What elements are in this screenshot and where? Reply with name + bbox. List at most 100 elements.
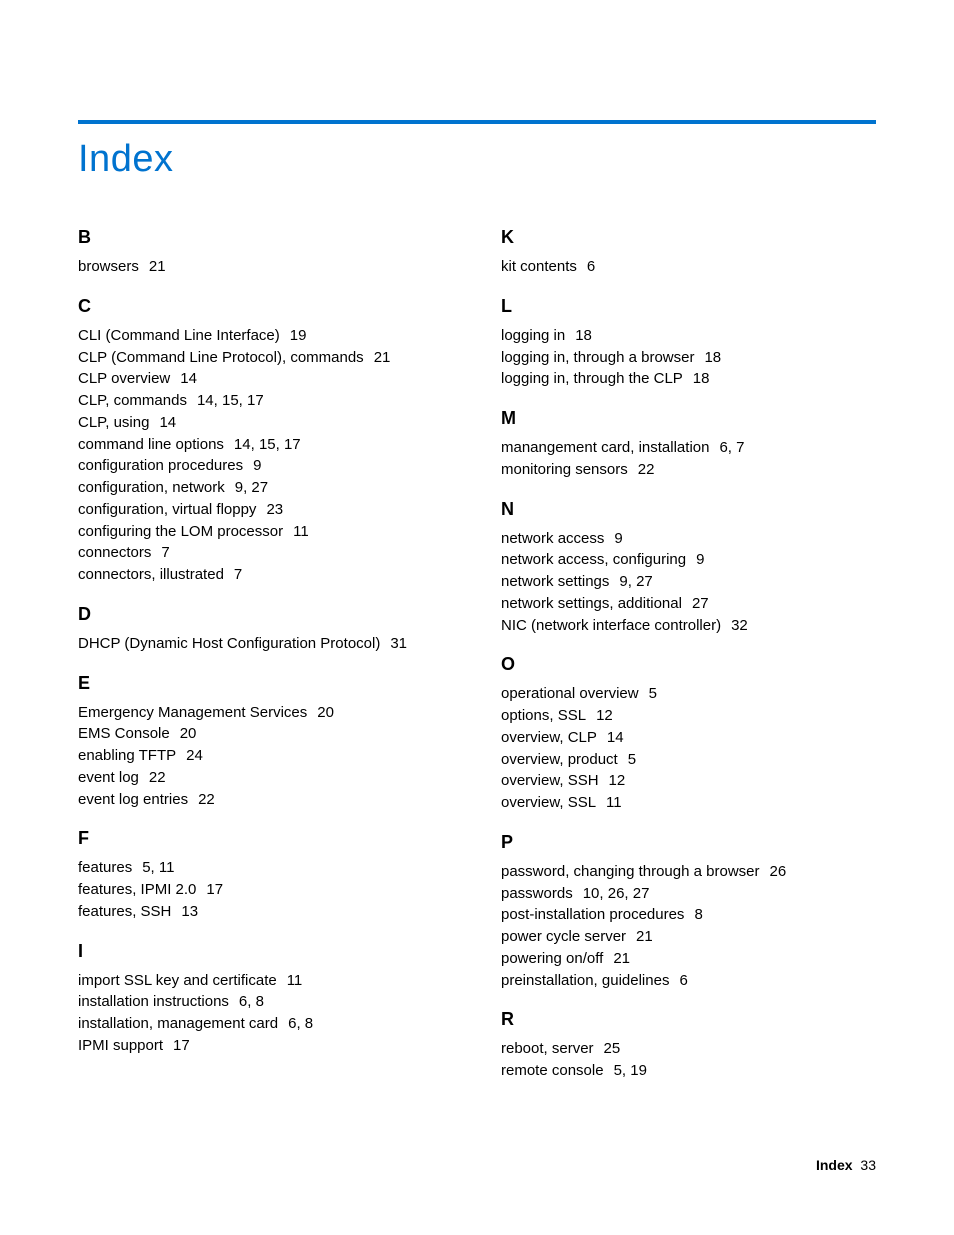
index-entry-pages[interactable]: 20 (180, 725, 197, 742)
index-entry-pages[interactable]: 5 (649, 685, 657, 702)
index-entry: connectors 7 (78, 542, 453, 564)
index-letter-heading: C (78, 296, 453, 317)
index-entry-pages[interactable]: 21 (636, 928, 653, 945)
index-entry-term: connectors, illustrated (78, 566, 224, 583)
index-entry-term: event log (78, 769, 139, 786)
index-entry: CLP, using14 (78, 412, 453, 434)
index-entry-term: EMS Console (78, 725, 170, 742)
index-entry-pages[interactable]: 11 (293, 523, 309, 540)
index-entry-pages[interactable]: 31 (390, 635, 407, 652)
footer-page-number: 33 (860, 1157, 876, 1173)
index-entry-pages[interactable]: 6 (679, 972, 687, 989)
index-entry-pages[interactable]: 18 (575, 327, 592, 344)
index-entry-pages[interactable]: 7 (234, 566, 242, 583)
index-entry-pages[interactable]: 14, 15, 17 (234, 436, 301, 453)
index-entry: connectors, illustrated 7 (78, 564, 453, 586)
index-entry: configuration, network9, 27 (78, 477, 453, 499)
index-entry: overview, product5 (501, 749, 876, 771)
index-entry-pages[interactable]: 6, 8 (288, 1015, 313, 1032)
index-entry-pages[interactable]: 22 (149, 769, 166, 786)
index-entry-pages[interactable]: 26 (770, 863, 787, 880)
index-letter-heading: I (78, 941, 453, 962)
index-letter-heading: R (501, 1009, 876, 1030)
index-entry: configuration procedures 9 (78, 455, 453, 477)
index-entry-pages[interactable]: 24 (186, 747, 203, 764)
index-entry-pages[interactable]: 23 (266, 501, 283, 518)
index-entry-term: remote console (501, 1062, 604, 1079)
index-entry-term: logging in, through a browser (501, 349, 694, 366)
index-entry-pages[interactable]: 17 (206, 881, 223, 898)
index-entry: Emergency Management Services20 (78, 702, 453, 724)
index-entry-pages[interactable]: 6 (587, 258, 595, 275)
index-entry-pages[interactable]: 22 (198, 791, 215, 808)
index-entry-term: options, SSL (501, 707, 586, 724)
index-columns: Bbrowsers21CCLI (Command Line Interface)… (78, 227, 876, 1082)
index-entry-pages[interactable]: 11 (287, 972, 303, 989)
index-entry-pages[interactable]: 32 (731, 617, 748, 634)
index-entry: passwords10, 26, 27 (501, 883, 876, 905)
index-entry: operational overview 5 (501, 683, 876, 705)
index-entry-term: kit contents (501, 258, 577, 275)
index-entry-pages[interactable]: 6, 8 (239, 993, 264, 1010)
index-entry-pages[interactable]: 7 (161, 544, 169, 561)
index-entry-pages[interactable]: 25 (604, 1040, 621, 1057)
index-entry-pages[interactable]: 14, 15, 17 (197, 392, 264, 409)
index-letter-heading: F (78, 828, 453, 849)
index-entry-pages[interactable]: 10, 26, 27 (583, 885, 650, 902)
index-entry-term: installation, management card (78, 1015, 278, 1032)
index-entry-pages[interactable]: 21 (374, 349, 391, 366)
index-entry-pages[interactable]: 18 (693, 370, 710, 387)
index-entry-pages[interactable]: 12 (596, 707, 613, 724)
index-entry-pages[interactable]: 17 (173, 1037, 190, 1054)
index-entry-term: preinstallation, guidelines (501, 972, 669, 989)
index-entry-pages[interactable]: 9, 27 (619, 573, 652, 590)
index-letter-heading: E (78, 673, 453, 694)
index-entry: command line options14, 15, 17 (78, 434, 453, 456)
index-entry-term: network settings, additional (501, 595, 682, 612)
index-entry: event log entries 22 (78, 789, 453, 811)
index-entry-pages[interactable]: 19 (290, 327, 307, 344)
index-entry-pages[interactable]: 21 (613, 950, 630, 967)
index-entry: enabling TFTP24 (78, 745, 453, 767)
index-entry-term: configuration procedures (78, 457, 243, 474)
index-letter-heading: K (501, 227, 876, 248)
index-entry-term: operational overview (501, 685, 639, 702)
index-entry: installation, management card 6, 8 (78, 1013, 453, 1035)
index-entry-pages[interactable]: 14 (180, 370, 197, 387)
index-entry-pages[interactable]: 20 (317, 704, 334, 721)
index-entry: network access, configuring9 (501, 549, 876, 571)
index-entry-pages[interactable]: 5, 19 (614, 1062, 647, 1079)
index-entry: configuring the LOM processor11 (78, 521, 453, 543)
index-entry-pages[interactable]: 5 (628, 751, 636, 768)
index-entry: logging in18 (501, 325, 876, 347)
index-letter-heading: O (501, 654, 876, 675)
index-entry-pages[interactable]: 22 (638, 461, 655, 478)
index-entry: network settings, additional 27 (501, 593, 876, 615)
index-entry: CLI (Command Line Interface)19 (78, 325, 453, 347)
index-entry-pages[interactable]: 6, 7 (719, 439, 744, 456)
index-entry: logging in, through a browser 18 (501, 347, 876, 369)
index-column-right: Kkit contents6Llogging in18logging in, t… (501, 227, 876, 1082)
index-entry-pages[interactable]: 9, 27 (235, 479, 268, 496)
index-entry-pages[interactable]: 9 (253, 457, 261, 474)
index-entry: installation instructions6, 8 (78, 991, 453, 1013)
index-entry-term: reboot, server (501, 1040, 594, 1057)
index-entry-term: power cycle server (501, 928, 626, 945)
index-entry-pages[interactable]: 9 (614, 530, 622, 547)
index-entry-pages[interactable]: 8 (694, 906, 702, 923)
index-entry-term: connectors (78, 544, 151, 561)
index-entry-term: browsers (78, 258, 139, 275)
index-entry-pages[interactable]: 11 (606, 794, 622, 811)
index-entry-pages[interactable]: 12 (609, 772, 626, 789)
index-entry-pages[interactable]: 5, 11 (142, 859, 174, 876)
index-entry-pages[interactable]: 21 (149, 258, 166, 275)
index-entry-pages[interactable]: 14 (159, 414, 176, 431)
index-entry-pages[interactable]: 9 (696, 551, 704, 568)
index-entry-pages[interactable]: 13 (181, 903, 198, 920)
index-entry-pages[interactable]: 27 (692, 595, 709, 612)
index-entry: kit contents 6 (501, 256, 876, 278)
index-entry-pages[interactable]: 18 (704, 349, 721, 366)
index-entry-term: event log entries (78, 791, 188, 808)
index-entry: remote console 5, 19 (501, 1060, 876, 1082)
index-entry-pages[interactable]: 14 (607, 729, 624, 746)
